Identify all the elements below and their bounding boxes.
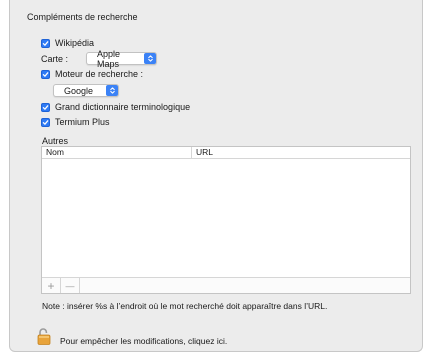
termium-label: Termium Plus bbox=[55, 117, 110, 127]
map-popup-value: Apple Maps bbox=[97, 48, 121, 69]
others-label-row: Autres bbox=[42, 136, 68, 146]
lock-icon[interactable] bbox=[37, 327, 51, 347]
checkmark-icon bbox=[42, 71, 49, 77]
termium-row: Termium Plus bbox=[41, 117, 110, 127]
others-table[interactable]: Nom URL + — bbox=[41, 146, 411, 294]
search-engine-popup[interactable]: Google bbox=[53, 84, 119, 97]
popup-stepper-icon bbox=[106, 85, 118, 96]
lock-label[interactable]: Pour empêcher les modifications, cliquez… bbox=[60, 336, 227, 346]
map-label: Carte : bbox=[41, 53, 69, 64]
map-popup[interactable]: Apple Maps bbox=[86, 49, 157, 69]
others-label: Autres bbox=[42, 136, 69, 146]
lock-row: Pour empêcher les modifications, cliquez… bbox=[37, 327, 227, 347]
gdt-row: Grand dictionnaire terminologique bbox=[41, 102, 190, 112]
table-footer: + — bbox=[42, 277, 410, 293]
gdt-checkbox[interactable] bbox=[41, 102, 50, 112]
wikipedia-label: Wikipédia bbox=[55, 38, 95, 48]
section-title: Compléments de recherche bbox=[27, 12, 138, 22]
column-header-nom[interactable]: Nom bbox=[42, 147, 192, 158]
wikipedia-row: Wikipédia bbox=[41, 38, 94, 48]
table-header: Nom URL bbox=[42, 147, 410, 159]
search-engine-popup-row: Google bbox=[53, 84, 119, 97]
remove-button[interactable]: — bbox=[61, 278, 80, 293]
gdt-label: Grand dictionnaire terminologique bbox=[55, 102, 191, 112]
search-engine-row: Moteur de recherche : bbox=[41, 69, 143, 79]
checkmark-icon bbox=[42, 40, 49, 46]
note-text: Note : insérer %s à l’endroit où le mot … bbox=[42, 301, 328, 311]
search-engine-popup-value: Google bbox=[64, 85, 94, 96]
checkmark-icon bbox=[42, 119, 49, 125]
search-engine-label: Moteur de recherche : bbox=[55, 69, 144, 79]
map-row: Carte : Apple Maps bbox=[41, 49, 157, 69]
popup-stepper-icon bbox=[144, 53, 156, 64]
checkmark-icon bbox=[42, 104, 49, 110]
preferences-panel: Compléments de recherche Wikipédia Carte… bbox=[9, 0, 423, 352]
column-header-url[interactable]: URL bbox=[192, 147, 213, 158]
termium-checkbox[interactable] bbox=[41, 117, 50, 127]
search-engine-checkbox[interactable] bbox=[41, 69, 50, 79]
add-button[interactable]: + bbox=[42, 278, 61, 293]
wikipedia-checkbox[interactable] bbox=[41, 38, 50, 48]
